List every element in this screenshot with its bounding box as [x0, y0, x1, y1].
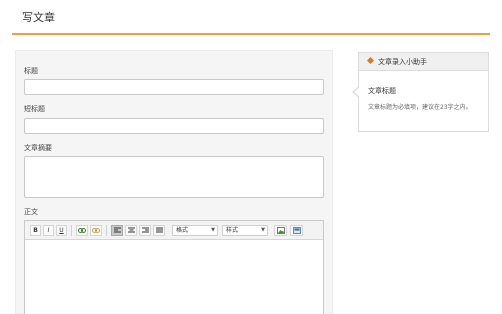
- helper-header-text: 文章录入小助手: [378, 58, 427, 66]
- link-icon: [78, 228, 86, 233]
- format-select-value: 格式: [176, 227, 189, 234]
- link-button[interactable]: [76, 225, 88, 236]
- align-left-button[interactable]: [111, 225, 123, 236]
- title-divider: [12, 33, 490, 35]
- align-left-icon: [113, 227, 121, 233]
- align-justify-icon: [155, 227, 163, 233]
- italic-button[interactable]: I: [43, 225, 54, 236]
- helper-text: 文章标题为必填项，建议在23字之内。: [368, 104, 472, 111]
- toolbar-separator: [71, 225, 72, 236]
- diamond-icon: [366, 56, 375, 65]
- format-select[interactable]: 格式 ▼: [172, 225, 218, 236]
- title-input[interactable]: [24, 79, 324, 95]
- align-right-icon: [141, 227, 149, 233]
- short-title-label: 短标题: [24, 105, 45, 113]
- article-helper-panel: 文章录入小助手 文章标题 文章标题为必填项，建议在23字之内。: [358, 52, 489, 132]
- align-center-button[interactable]: [125, 225, 137, 236]
- page-title: 写文章: [22, 11, 55, 24]
- align-justify-button[interactable]: [153, 225, 165, 236]
- summary-label: 文章摘要: [24, 144, 52, 152]
- chevron-down-icon: ▼: [211, 227, 215, 233]
- bold-button[interactable]: B: [30, 225, 41, 236]
- short-title-input[interactable]: [24, 118, 324, 134]
- summary-textarea[interactable]: [24, 156, 324, 198]
- helper-title: 文章标题: [368, 87, 396, 95]
- media-icon: [292, 227, 301, 234]
- align-center-icon: [127, 227, 135, 233]
- unlink-icon: [92, 228, 100, 233]
- helper-header: 文章录入小助手: [359, 53, 488, 71]
- style-select-value: 样式: [226, 227, 239, 234]
- title-label: 标题: [24, 67, 38, 75]
- editor-toolbar: B I U 格式 ▼ 样式 ▼: [25, 221, 323, 240]
- insert-media-button[interactable]: [290, 225, 303, 236]
- body-label: 正文: [24, 208, 38, 216]
- style-select[interactable]: 样式 ▼: [222, 225, 268, 236]
- rich-text-editor[interactable]: B I U 格式 ▼ 样式 ▼: [24, 220, 324, 314]
- image-icon: [276, 227, 285, 234]
- chevron-down-icon: ▼: [261, 227, 265, 233]
- toolbar-separator: [106, 225, 107, 236]
- align-right-button[interactable]: [139, 225, 151, 236]
- helper-pointer-inner: [354, 87, 360, 97]
- underline-button[interactable]: U: [56, 225, 67, 236]
- insert-image-button[interactable]: [274, 225, 287, 236]
- unlink-button[interactable]: [90, 225, 102, 236]
